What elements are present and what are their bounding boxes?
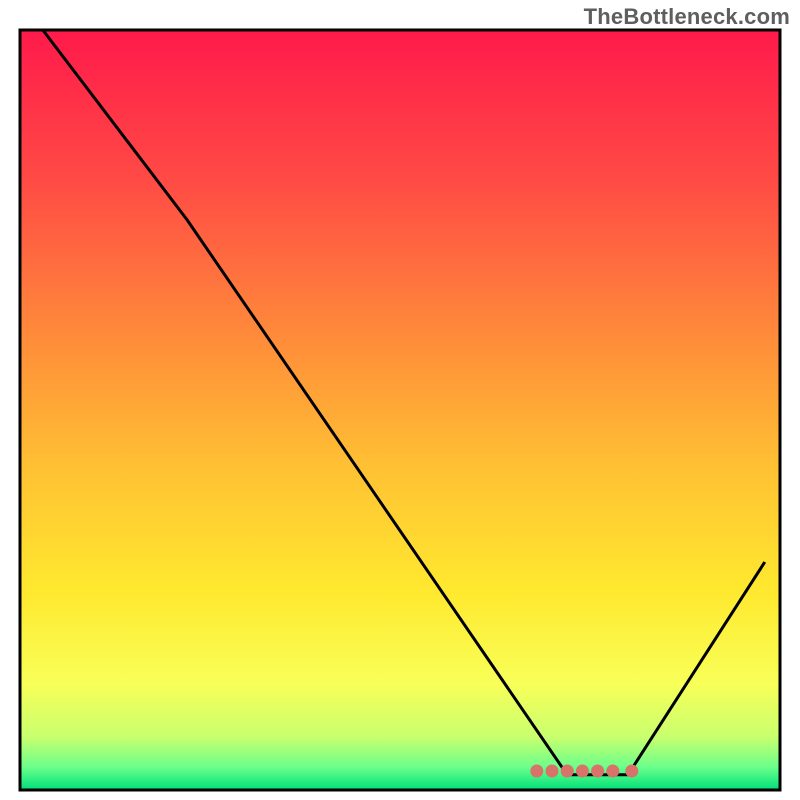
plot-area bbox=[20, 30, 780, 790]
marker-dot bbox=[546, 765, 559, 778]
chart-root: TheBottleneck.com bbox=[0, 0, 800, 800]
watermark-text: TheBottleneck.com bbox=[584, 4, 790, 30]
chart-svg bbox=[0, 0, 800, 800]
marker-dot bbox=[625, 765, 638, 778]
marker-dot bbox=[530, 765, 543, 778]
marker-dot bbox=[591, 765, 604, 778]
marker-dot bbox=[606, 765, 619, 778]
gradient-background bbox=[20, 30, 780, 790]
marker-dot bbox=[561, 765, 574, 778]
marker-dot bbox=[576, 765, 589, 778]
